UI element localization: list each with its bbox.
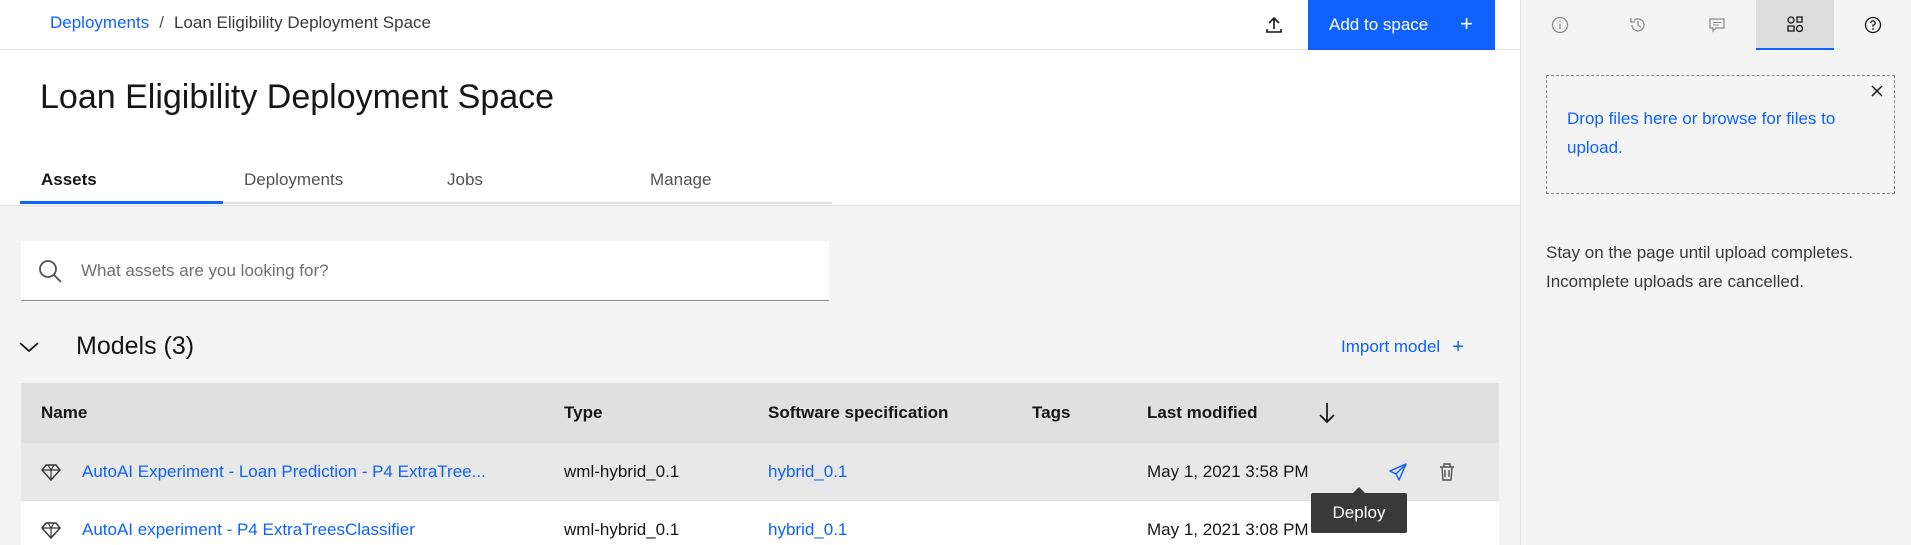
- close-icon[interactable]: [1868, 82, 1886, 100]
- page-title: Loan Eligibility Deployment Space: [40, 78, 555, 116]
- last-modified: May 1, 2021 3:08 PM: [1147, 519, 1309, 539]
- help-icon: [1864, 16, 1882, 34]
- upload-side-panel: Drop files here or browse for files to u…: [1520, 0, 1911, 545]
- upload-button[interactable]: [1250, 0, 1298, 50]
- import-model-label: Import model: [1341, 337, 1441, 356]
- search-input[interactable]: [81, 241, 811, 301]
- deploy-tooltip: Deploy: [1311, 487, 1407, 533]
- assets-panel: Models (3) Import model + Name Type Soft…: [0, 205, 1520, 545]
- panel-tab-comments[interactable]: [1677, 0, 1755, 50]
- import-model-link[interactable]: Import model +: [1341, 337, 1464, 357]
- upload-icon: [1264, 15, 1284, 35]
- models-table: Name Type Software specification Tags La…: [21, 383, 1499, 545]
- model-icon: [41, 462, 61, 487]
- breadcrumb-separator: /: [159, 13, 164, 32]
- model-name-link[interactable]: AutoAI Experiment - Loan Prediction - P4…: [82, 462, 486, 482]
- panel-tab-info[interactable]: [1521, 0, 1599, 50]
- panel-tab-history[interactable]: [1599, 0, 1677, 50]
- search-box: [21, 241, 829, 301]
- plus-icon: +: [1452, 336, 1464, 358]
- chevron-down-icon[interactable]: [18, 340, 40, 359]
- column-header-last-modified[interactable]: Last modified: [1147, 403, 1258, 423]
- software-spec-link[interactable]: hybrid_0.1: [768, 462, 847, 482]
- deploy-icon[interactable]: [1385, 459, 1411, 485]
- panel-tab-bar: [1521, 0, 1911, 50]
- tab-jobs[interactable]: Jobs: [426, 160, 629, 204]
- table-row[interactable]: AutoAI Experiment - Loan Prediction - P4…: [21, 443, 1499, 501]
- column-header-software[interactable]: Software specification: [768, 403, 948, 423]
- top-header: Deployments / Loan Eligibility Deploymen…: [0, 0, 1520, 50]
- comment-icon: [1708, 16, 1726, 34]
- browse-files-link[interactable]: Drop files here or browse for files to u…: [1567, 104, 1867, 162]
- column-header-type[interactable]: Type: [564, 403, 602, 423]
- upload-note: Stay on the page until upload completes.…: [1546, 243, 1854, 291]
- info-icon: [1551, 16, 1569, 34]
- tab-assets[interactable]: Assets: [20, 160, 223, 204]
- last-modified: May 1, 2021 3:58 PM: [1147, 461, 1309, 481]
- tab-deployments[interactable]: Deployments: [223, 160, 426, 204]
- file-dropzone[interactable]: Drop files here or browse for files to u…: [1546, 75, 1895, 194]
- tab-manage[interactable]: Manage: [629, 160, 832, 204]
- table-header: Name Type Software specification Tags La…: [21, 383, 1499, 443]
- model-type: wml-hybrid_0.1: [564, 519, 680, 539]
- add-to-space-button[interactable]: Add to space +: [1308, 0, 1495, 50]
- panel-tab-data-assets[interactable]: [1755, 0, 1834, 50]
- tab-list: Assets Deployments Jobs Manage: [20, 160, 832, 204]
- model-name-link[interactable]: AutoAI experiment - P4 ExtraTreesClassif…: [82, 520, 415, 540]
- panel-tab-help[interactable]: [1834, 0, 1911, 50]
- model-icon: [41, 520, 61, 545]
- breadcrumb: Deployments / Loan Eligibility Deploymen…: [50, 13, 431, 33]
- model-type: wml-hybrid_0.1: [564, 461, 680, 481]
- sort-descending-icon[interactable]: [1318, 401, 1336, 430]
- breadcrumb-current: Loan Eligibility Deployment Space: [173, 13, 431, 32]
- plus-icon: +: [1460, 11, 1473, 36]
- data-assets-icon: [1786, 15, 1804, 33]
- main-content: Loan Eligibility Deployment Space Assets…: [0, 50, 1520, 545]
- add-to-space-label: Add to space: [1329, 15, 1429, 34]
- column-header-tags[interactable]: Tags: [1032, 403, 1070, 423]
- models-section-title: Models (3): [76, 332, 195, 360]
- trash-icon[interactable]: [1434, 459, 1460, 485]
- table-row[interactable]: AutoAI experiment - P4 ExtraTreesClassif…: [21, 501, 1499, 545]
- software-spec-link[interactable]: hybrid_0.1: [768, 520, 847, 540]
- search-icon: [37, 258, 63, 284]
- history-icon: [1629, 16, 1647, 34]
- breadcrumb-deployments-link[interactable]: Deployments: [50, 13, 149, 33]
- column-header-name[interactable]: Name: [41, 403, 87, 423]
